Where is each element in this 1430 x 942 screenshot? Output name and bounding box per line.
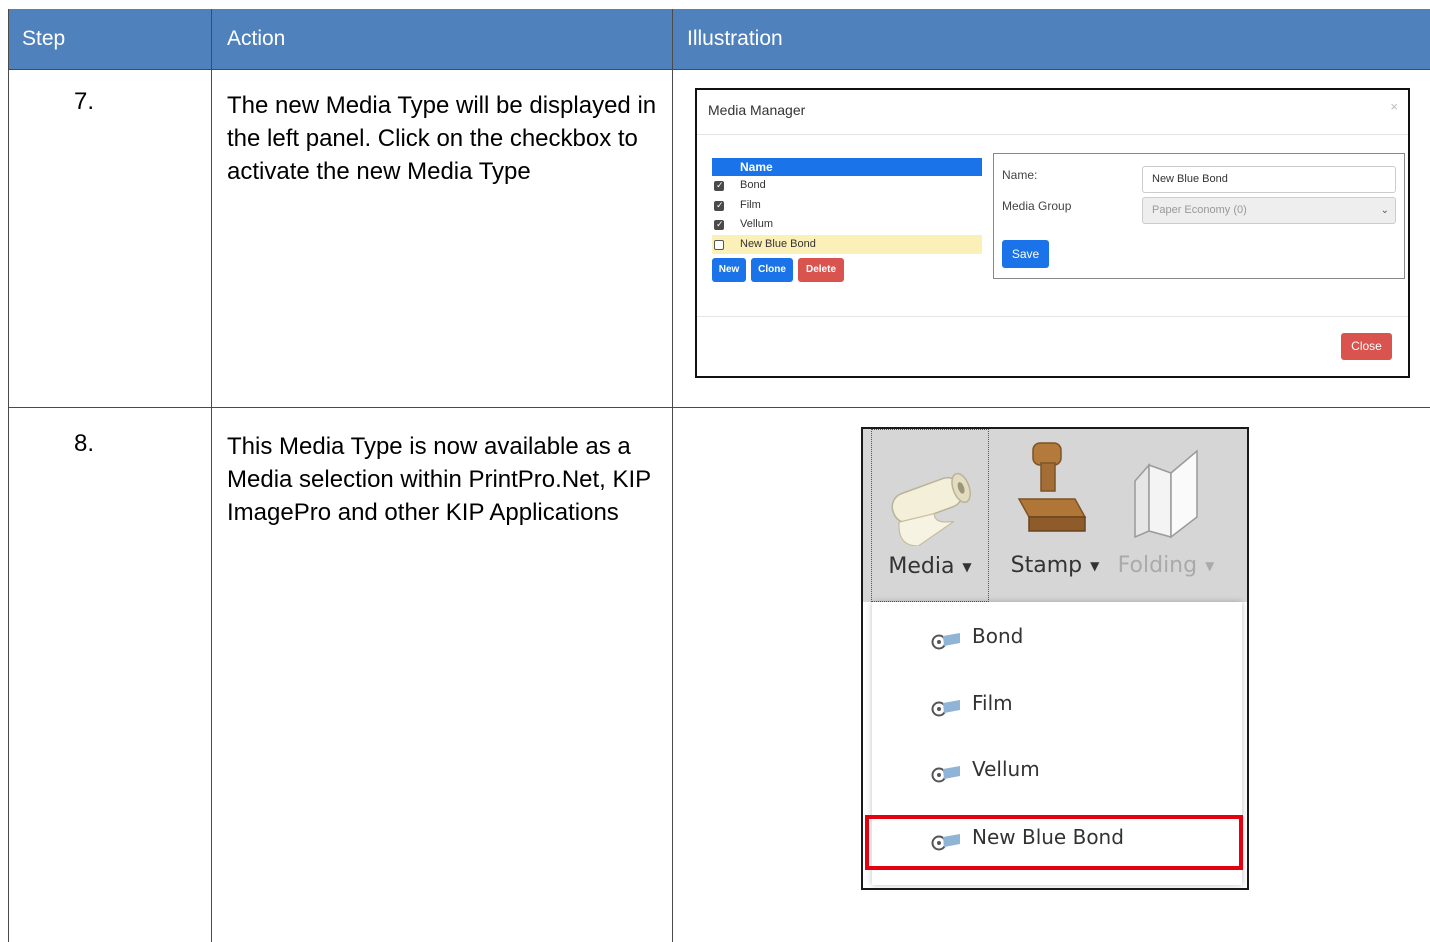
checkbox-checked[interactable] (714, 216, 724, 236)
table-border-mid1 (211, 9, 212, 942)
header-step: Step (8, 9, 211, 69)
dialog-title: Media Manager (708, 102, 806, 118)
media-roll-icon (931, 633, 960, 650)
media-manager-dialog: Media Manager × Name Bond Film Vellum Ne… (695, 88, 1410, 378)
media-form: Name: New Blue Bond Media Group Paper Ec… (993, 153, 1405, 279)
media-group-select[interactable]: Paper Economy (0) ⌄ (1142, 197, 1396, 224)
media-roll-icon (931, 700, 960, 717)
media-roll-icon (891, 472, 971, 546)
list-item-label: Bond (740, 179, 766, 191)
clone-button[interactable]: Clone (751, 258, 793, 282)
list-item-selected[interactable]: New Blue Bond (712, 234, 982, 254)
stamp-ribbon-button[interactable]: Stamp ▼ (997, 429, 1113, 602)
caret-down-icon: ▼ (1090, 559, 1100, 573)
checkbox-unchecked[interactable] (714, 239, 724, 250)
step-number: 8. (74, 430, 95, 457)
dialog-header-divider (697, 134, 1408, 135)
checkbox-checked[interactable] (714, 197, 724, 216)
chevron-down-icon: ⌄ (1380, 205, 1389, 216)
list-item-label: New Blue Bond (740, 237, 816, 250)
highlight-box (865, 815, 1243, 870)
media-list: Name Bond Film Vellum New Blue Bond (712, 158, 982, 254)
action-text: The new Media Type will be displayed in … (227, 92, 657, 185)
new-button[interactable]: New (712, 258, 746, 282)
ribbon: Media ▼ Stamp ▼ Folding ▼ (863, 429, 1247, 602)
folding-ribbon-label: Folding (1117, 553, 1198, 578)
menu-item-bond[interactable]: Bond (872, 612, 1242, 664)
step-number: 7. (74, 88, 95, 115)
media-ribbon-label: Media (888, 554, 955, 579)
media-ribbon-button[interactable]: Media ▼ (871, 429, 989, 602)
action-text: This Media Type is now available as a Me… (227, 433, 651, 526)
menu-item-label: Film (972, 691, 1013, 715)
folding-ribbon-button[interactable]: Folding ▼ (1109, 429, 1223, 602)
menu-item-film[interactable]: Film (872, 679, 1242, 731)
folding-icon (1134, 449, 1198, 539)
caret-down-icon: ▼ (1205, 559, 1215, 573)
list-item[interactable]: Film (712, 196, 982, 216)
dialog-footer-divider (697, 316, 1408, 317)
caret-down-icon: ▼ (962, 560, 972, 574)
list-item[interactable]: Bond (712, 176, 982, 197)
stamp-ribbon-label: Stamp (1010, 553, 1083, 578)
media-group-label: Media Group (1002, 199, 1072, 213)
save-button[interactable]: Save (1002, 240, 1049, 268)
row-divider-1 (8, 407, 1430, 408)
table-border-left (8, 9, 9, 942)
media-group-value: Paper Economy (0) (1152, 204, 1247, 216)
menu-item-label: Vellum (972, 757, 1040, 781)
name-input[interactable]: New Blue Bond (1142, 166, 1396, 193)
close-button[interactable]: Close (1341, 333, 1392, 360)
checkbox-checked[interactable] (714, 177, 724, 197)
menu-item-vellum[interactable]: Vellum (872, 745, 1242, 797)
header-action: Action (211, 9, 672, 69)
delete-button[interactable]: Delete (798, 258, 844, 282)
list-item[interactable]: Vellum (712, 215, 982, 236)
list-item-label: Film (740, 198, 761, 211)
row-divider-header (8, 69, 1430, 70)
header-illustration: Illustration (672, 9, 1430, 69)
list-item-label: Vellum (740, 218, 774, 230)
media-roll-icon (931, 766, 960, 783)
close-icon[interactable]: × (1390, 99, 1398, 114)
stamp-icon (1017, 442, 1087, 532)
menu-item-label: Bond (972, 624, 1024, 648)
name-label: Name: (1002, 168, 1038, 182)
table-border-mid2 (672, 9, 673, 942)
list-header: Name (712, 158, 982, 176)
